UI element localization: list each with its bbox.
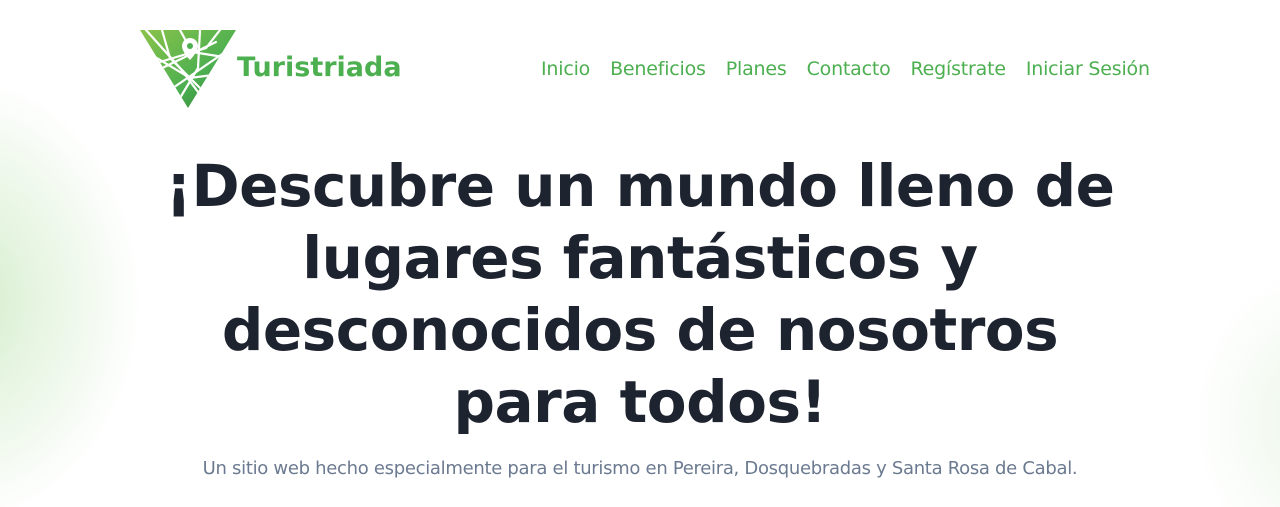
nav-link-registrate[interactable]: Regístrate bbox=[911, 58, 1007, 80]
nav-link-contacto[interactable]: Contacto bbox=[807, 58, 891, 80]
brand-link[interactable]: Turistriada bbox=[140, 28, 402, 110]
hero-subtitle: Un sitio web hecho especialmente para el… bbox=[202, 458, 1078, 479]
nav-link-iniciar-sesion[interactable]: Iniciar Sesión bbox=[1026, 58, 1150, 80]
main-nav: Inicio Beneficios Planes Contacto Regíst… bbox=[541, 58, 1150, 80]
nav-link-inicio[interactable]: Inicio bbox=[541, 58, 590, 80]
site-header: Turistriada Inicio Beneficios Planes Con… bbox=[0, 0, 1280, 120]
hero-title: ¡Descubre un mundo lleno de lugares fant… bbox=[165, 152, 1115, 436]
triangle-map-logo-icon bbox=[140, 30, 236, 108]
brand-name: Turistriada bbox=[237, 52, 402, 83]
nav-link-planes[interactable]: Planes bbox=[726, 58, 787, 80]
hero-section: ¡Descubre un mundo lleno de lugares fant… bbox=[0, 150, 1280, 497]
nav-link-beneficios[interactable]: Beneficios bbox=[610, 58, 706, 80]
